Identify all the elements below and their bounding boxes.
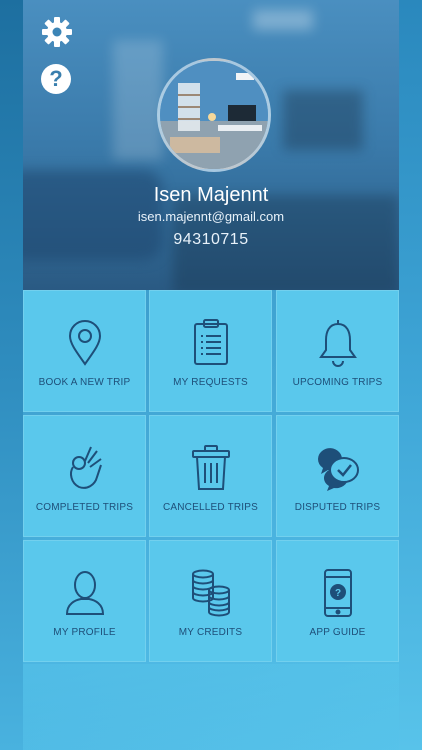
upcoming-trips-button[interactable]: UPCOMING TRIPS: [276, 290, 399, 412]
completed-trips-button[interactable]: COMPLETED TRIPS: [23, 415, 146, 537]
chat-bubbles-icon: [317, 448, 359, 491]
trash-icon: [191, 445, 230, 490]
profile-phone: 94310715: [173, 231, 249, 248]
bottom-background: [23, 664, 399, 750]
profile-email: isen.majennt@gmail.com: [137, 209, 285, 224]
clipboard-icon: [193, 319, 228, 365]
gear-icon[interactable]: [41, 16, 73, 48]
menu-label: CANCELLED TRIPS: [162, 502, 259, 513]
location-pin-icon: [68, 320, 101, 366]
disputed-trips-button[interactable]: DISPUTED TRIPS: [276, 415, 399, 537]
bell-icon: [318, 320, 357, 367]
menu-label: MY PROFILE: [53, 627, 116, 638]
bg-ac-unit: [253, 10, 313, 30]
menu-label: MY REQUESTS: [173, 377, 248, 388]
avatar-room-photo: [160, 61, 268, 169]
ok-hand-icon: [69, 446, 102, 489]
menu-label: DISPUTED TRIPS: [294, 502, 381, 513]
profile-name: Isen Majennt: [153, 184, 269, 206]
my-profile-button[interactable]: MY PROFILE: [23, 540, 146, 662]
menu-label: COMPLETED TRIPS: [35, 502, 134, 513]
coins-icon: [191, 569, 230, 617]
book-new-trip-button[interactable]: BOOK A NEW TRIP: [23, 290, 146, 412]
user-icon: [65, 571, 104, 615]
menu-label: UPCOMING TRIPS: [292, 377, 383, 388]
menu-label: MY CREDITS: [178, 627, 243, 638]
bg-tv: [283, 90, 363, 150]
avatar[interactable]: [157, 58, 271, 172]
menu-label: APP GUIDE: [309, 627, 366, 638]
menu-label: BOOK A NEW TRIP: [38, 377, 131, 388]
bg-shelf: [113, 40, 163, 160]
my-credits-button[interactable]: MY CREDITS: [149, 540, 272, 662]
right-edge: [399, 0, 422, 750]
help-icon[interactable]: ?: [41, 64, 71, 94]
phone-help-icon: ?: [323, 569, 352, 617]
cancelled-trips-button[interactable]: CANCELLED TRIPS: [149, 415, 272, 537]
app-guide-button[interactable]: ? APP GUIDE: [276, 540, 399, 662]
profile-header: ? Isen Majennt isen.majennt@gmail.com 94…: [23, 0, 399, 290]
svg-text:?: ?: [334, 588, 340, 599]
left-edge: [0, 0, 23, 750]
my-requests-button[interactable]: MY REQUESTS: [149, 290, 272, 412]
